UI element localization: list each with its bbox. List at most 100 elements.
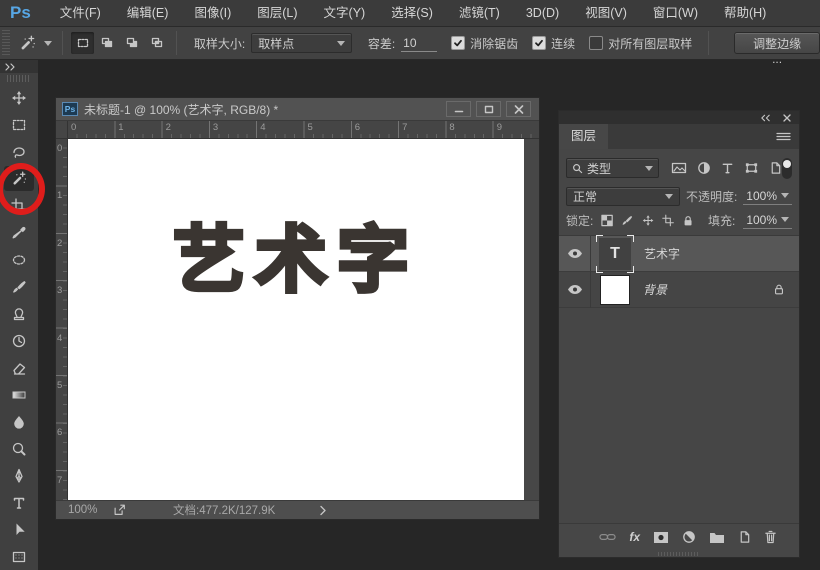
zoom-level[interactable]: 100% <box>68 504 112 516</box>
close-panel-icon[interactable] <box>783 113 791 122</box>
sample-all-layers-option[interactable]: 对所有图层取样 <box>589 35 692 52</box>
filter-type-layer-icon[interactable] <box>721 162 734 175</box>
ruler-v-number: 2 <box>57 237 63 249</box>
add-to-selection-button[interactable] <box>96 32 119 54</box>
anti-alias-option[interactable]: 消除锯齿 <box>451 35 518 52</box>
minimize-button[interactable] <box>446 101 471 117</box>
menu-item-2[interactable]: 图像(I) <box>181 0 244 26</box>
tool-lasso[interactable] <box>0 138 38 165</box>
visibility-toggle[interactable] <box>559 235 591 272</box>
fill-value[interactable]: 100% <box>743 213 793 229</box>
lock-position-icon[interactable] <box>642 214 654 227</box>
tools-panel-grip[interactable] <box>7 75 31 82</box>
filter-shape-layer-icon[interactable] <box>744 161 759 175</box>
panel-menu-button[interactable] <box>776 132 791 142</box>
sample-size-dropdown[interactable]: 取样点 <box>251 33 352 53</box>
tool-brush[interactable] <box>0 273 38 300</box>
tool-type[interactable] <box>0 489 38 516</box>
subtract-from-selection-button[interactable] <box>121 32 144 54</box>
tolerance-input[interactable] <box>401 34 438 52</box>
adjustment-layer-icon[interactable] <box>682 530 696 544</box>
lock-all-icon[interactable] <box>682 214 694 228</box>
visibility-toggle[interactable] <box>559 271 591 308</box>
layer-name[interactable]: 艺术字 <box>644 245 680 262</box>
anti-alias-checkbox[interactable] <box>451 36 466 50</box>
layer-name[interactable]: 背景 <box>643 281 667 298</box>
lock-transparency-icon[interactable] <box>601 214 614 227</box>
panel-resize-grip[interactable] <box>559 550 799 557</box>
eraser-icon <box>13 362 26 375</box>
tool-history-brush[interactable] <box>0 327 38 354</box>
document-size-info[interactable]: 文档:477.2K/127.9K <box>173 502 275 518</box>
status-menu-chevron[interactable] <box>319 505 327 516</box>
menu-item-5[interactable]: 选择(S) <box>378 0 446 26</box>
anti-alias-label: 消除锯齿 <box>470 36 519 51</box>
menu-item-10[interactable]: 帮助(H) <box>711 0 779 26</box>
canvas-row: 0 1 2 3 4 5 6 7 艺术字 <box>56 139 539 500</box>
group-folder-icon[interactable] <box>709 531 725 544</box>
fx-icon[interactable]: fx <box>629 530 640 544</box>
layer-row-background[interactable]: 背景 <box>559 271 799 308</box>
lock-artboard-icon[interactable] <box>661 214 674 227</box>
link-icon[interactable] <box>599 532 616 542</box>
blend-mode-dropdown[interactable]: 正常 <box>566 187 680 206</box>
new-layer-icon[interactable] <box>738 530 751 544</box>
filter-smart-object-icon[interactable] <box>769 161 782 175</box>
ruler-corner[interactable] <box>56 121 68 139</box>
close-button[interactable] <box>506 101 531 117</box>
restore-button[interactable] <box>476 101 501 117</box>
tool-path-select[interactable] <box>0 516 38 543</box>
intersect-selection-button[interactable] <box>145 32 168 54</box>
tool-magic-wand[interactable] <box>4 166 34 191</box>
menu-item-3[interactable]: 图层(L) <box>244 0 310 26</box>
contiguous-checkbox[interactable] <box>532 36 547 50</box>
filter-adjustment-icon[interactable] <box>697 161 711 175</box>
tool-move[interactable] <box>0 84 38 111</box>
chevron-down-icon <box>44 40 53 46</box>
layer-mask-icon[interactable] <box>653 531 669 544</box>
ruler-v-number: 6 <box>57 427 63 439</box>
menu-item-0[interactable]: 文件(F) <box>47 0 114 26</box>
menu-item-4[interactable]: 文字(Y) <box>311 0 379 26</box>
layer-row-text[interactable]: T 艺术字 <box>559 234 799 273</box>
menu-item-1[interactable]: 编辑(E) <box>114 0 182 26</box>
menu-item-9[interactable]: 窗口(W) <box>640 0 711 26</box>
tool-pen[interactable] <box>0 462 38 489</box>
tool-preset-picker[interactable] <box>16 32 55 54</box>
menu-item-7[interactable]: 3D(D) <box>513 0 572 26</box>
ruler-h-number: 8 <box>449 122 455 133</box>
collapse-panel-icon[interactable] <box>760 114 771 122</box>
lock-pixels-icon[interactable] <box>621 214 633 227</box>
trash-icon[interactable] <box>764 530 777 544</box>
tools-panel-header[interactable] <box>0 60 38 73</box>
contiguous-option[interactable]: 连续 <box>532 35 575 52</box>
filter-type-dropdown[interactable]: 类型 <box>566 158 659 178</box>
document-title-bar[interactable]: Ps 未标题-1 @ 100% (艺术字, RGB/8) * <box>56 98 539 121</box>
patch-icon <box>12 254 26 265</box>
chevron-down-icon <box>644 165 653 171</box>
opacity-value[interactable]: 100% <box>743 189 792 205</box>
tool-dodge[interactable] <box>0 435 38 462</box>
document-ps-icon: Ps <box>62 102 78 116</box>
tool-gradient[interactable] <box>0 381 38 408</box>
tool-eraser[interactable] <box>0 354 38 381</box>
layers-tab[interactable]: 图层 <box>559 124 609 149</box>
background-layer-thumbnail[interactable] <box>600 274 630 305</box>
tool-patch[interactable] <box>0 246 38 273</box>
filter-pixel-layer-icon[interactable] <box>671 161 687 175</box>
tool-rectangular-marquee[interactable] <box>0 111 38 138</box>
share-icon[interactable] <box>112 503 127 517</box>
menu-item-8[interactable]: 视图(V) <box>572 0 640 26</box>
tool-crop[interactable] <box>0 192 38 219</box>
canvas[interactable]: 艺术字 <box>68 139 524 500</box>
tool-shape[interactable] <box>0 543 38 570</box>
new-selection-button[interactable] <box>71 32 95 54</box>
text-layer-thumbnail[interactable]: T <box>596 234 634 273</box>
tool-clone-stamp[interactable] <box>0 300 38 327</box>
tool-blur[interactable] <box>0 408 38 435</box>
sample-all-layers-checkbox[interactable] <box>589 36 604 50</box>
refine-edge-button[interactable]: 调整边缘 ... <box>734 32 820 66</box>
filter-toggle-switch[interactable] <box>781 157 792 179</box>
menu-item-6[interactable]: 滤镜(T) <box>446 0 513 26</box>
tool-eyedropper[interactable] <box>0 219 38 246</box>
